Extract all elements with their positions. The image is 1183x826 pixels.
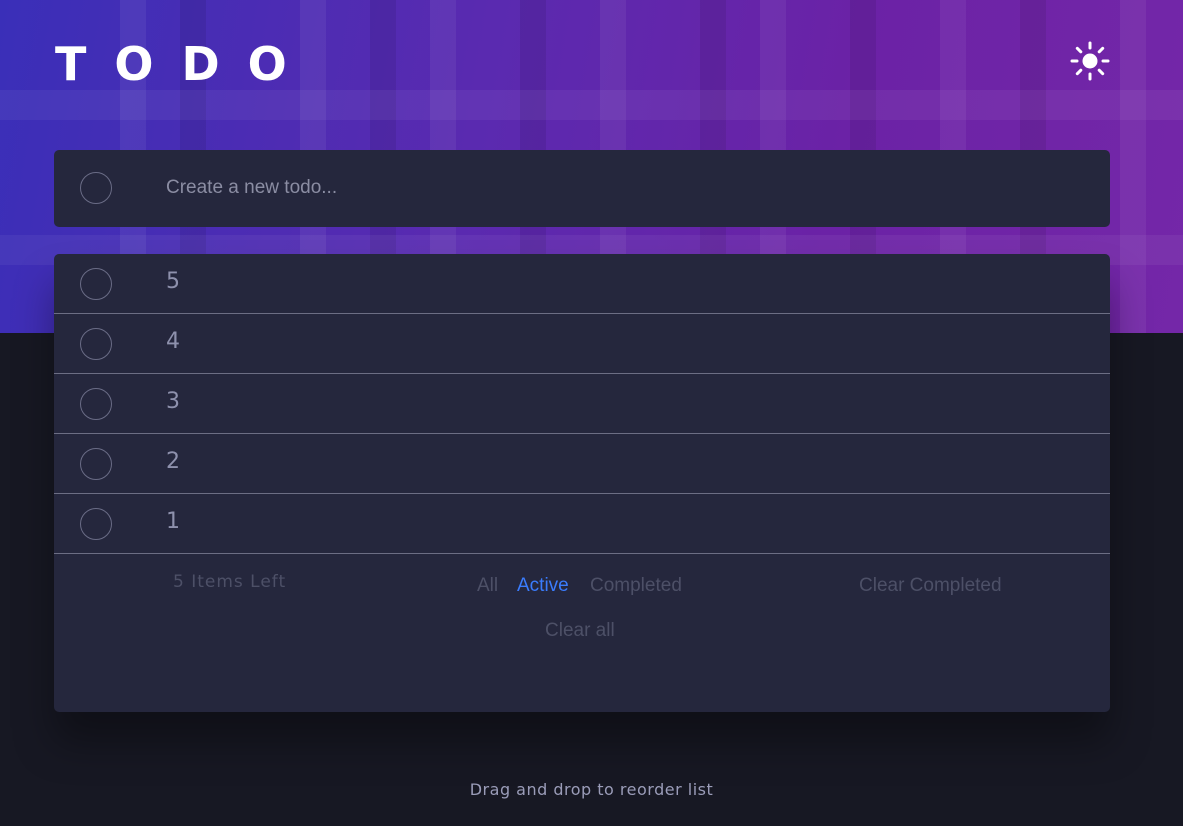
todo-item[interactable]: 2 [54,434,1110,494]
clear-completed-button[interactable]: Clear Completed [859,574,1002,598]
new-todo-input[interactable] [166,168,1066,208]
app-title: TODO [55,37,315,91]
new-todo-card [54,150,1110,227]
sun-icon [1070,41,1110,81]
todo-item[interactable]: 3 [54,374,1110,434]
todo-checkbox[interactable] [80,448,112,480]
todo-checkbox[interactable] [80,388,112,420]
filter-completed[interactable]: Completed [590,574,682,598]
todo-label: 3 [166,389,180,414]
todo-list: 5 4 3 2 1 5 Items Left All Active Comple… [54,254,1110,712]
clear-all-button[interactable]: Clear all [545,619,615,643]
filter-active[interactable]: Active [517,574,569,598]
todo-label: 4 [166,329,180,354]
todo-item[interactable]: 5 [54,254,1110,314]
todo-label: 5 [166,269,180,294]
todo-checkbox[interactable] [80,268,112,300]
todo-checkbox[interactable] [80,508,112,540]
filter-all[interactable]: All [477,574,498,598]
items-left-count: 5 Items Left [173,572,287,592]
reorder-hint: Drag and drop to reorder list [469,780,714,799]
todo-label: 2 [166,449,180,474]
todo-checkbox[interactable] [80,328,112,360]
new-todo-checkbox[interactable] [80,172,112,204]
todo-label: 1 [166,509,180,534]
todo-item[interactable]: 4 [54,314,1110,374]
theme-toggle-button[interactable] [1069,40,1111,82]
todo-item[interactable]: 1 [54,494,1110,554]
